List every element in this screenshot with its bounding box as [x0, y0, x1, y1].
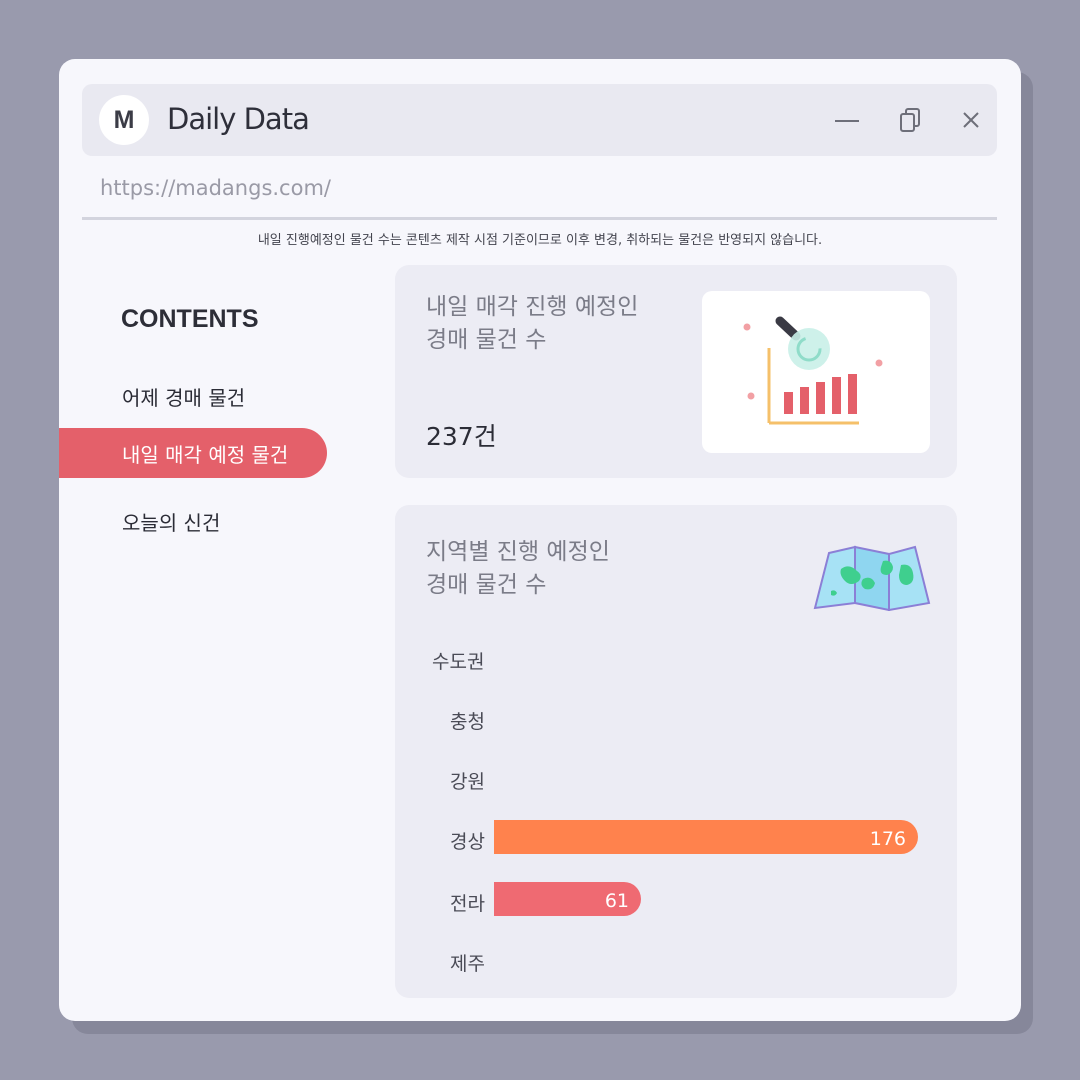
map-icon	[813, 545, 931, 611]
illustration-box	[702, 291, 930, 453]
restore-icon	[900, 108, 920, 132]
region-title-line1: 지역별 진행 예정인	[426, 539, 610, 565]
bar	[494, 820, 918, 854]
title-bar: M Daily Data	[82, 84, 997, 156]
chart-magnifier-icon	[743, 316, 883, 425]
region-title-line2: 경매 물건 수	[426, 572, 547, 598]
bar-label: 전라	[450, 893, 485, 915]
summary-card: 내일 매각 진행 예정인 경매 물건 수 237건	[395, 265, 957, 478]
sidebar-item-tomorrow[interactable]: 내일 매각 예정 물건	[59, 428, 327, 478]
minimize-button[interactable]	[831, 104, 863, 136]
sidebar-item-today-new[interactable]: 오늘의 신건	[59, 496, 327, 546]
browser-window: M Daily Data https://madangs.com/ 내일 진행예…	[59, 59, 1021, 1021]
region-card-title: 지역별 진행 예정인 경매 물건 수	[426, 536, 610, 602]
bar-label: 경상	[450, 831, 485, 853]
close-button[interactable]	[955, 104, 987, 136]
bar-value-label: 176	[869, 828, 906, 850]
address-bar-url[interactable]: https://madangs.com/	[100, 176, 331, 200]
sidebar-item-yesterday[interactable]: 어제 경매 물건	[59, 371, 327, 421]
summary-title-line1: 내일 매각 진행 예정인	[426, 294, 639, 320]
bar-value-label: 61	[604, 890, 629, 912]
minimize-icon	[835, 120, 859, 122]
bar-label: 제주	[450, 953, 485, 975]
sidebar-title: CONTENTS	[121, 305, 259, 333]
summary-title-line2: 경매 물건 수	[426, 327, 547, 353]
restore-button[interactable]	[895, 104, 927, 136]
summary-card-title: 내일 매각 진행 예정인 경매 물건 수	[426, 291, 638, 357]
bar-label: 충청	[450, 711, 485, 733]
avatar: M	[99, 95, 149, 145]
bar-label: 수도권	[432, 651, 485, 673]
notice-text: 내일 진행예정인 물건 수는 콘텐츠 제작 시점 기준이므로 이후 변경, 취하…	[257, 233, 823, 248]
address-bar-divider	[82, 217, 997, 220]
app-title: Daily Data	[167, 102, 310, 136]
bar-label: 강원	[450, 771, 485, 793]
close-icon	[963, 112, 979, 128]
region-card: 지역별 진행 예정인 경매 물건 수 수도권충청강원경상 176 전라 61 제주	[395, 505, 957, 998]
summary-count: 237건	[426, 422, 497, 451]
